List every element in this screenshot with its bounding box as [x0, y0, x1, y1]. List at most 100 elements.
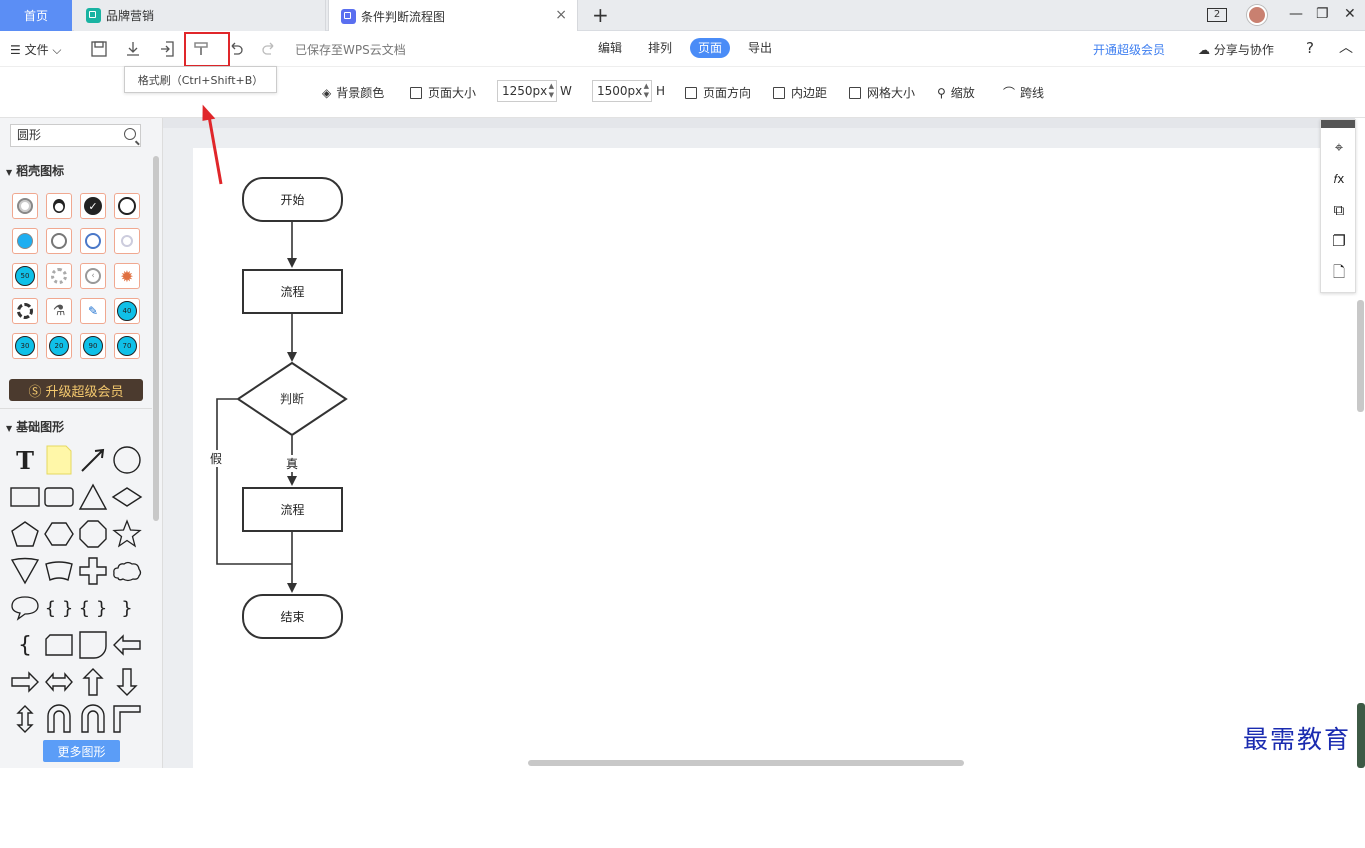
process-node-2[interactable]: 流程	[242, 487, 343, 532]
u-turn-shape-icon[interactable]	[42, 702, 76, 736]
diagram-page[interactable]: 开始 流程 判断 真 假 流程 结束	[193, 148, 1365, 848]
insert-icon[interactable]: ⧉	[1330, 201, 1348, 219]
blue-dot-icon[interactable]	[12, 228, 38, 254]
section-basic-shapes[interactable]: ▼ 基础图形	[6, 418, 64, 435]
tab-page[interactable]: 页面	[690, 38, 731, 58]
end-node[interactable]: 结束	[242, 594, 343, 639]
pen-icon[interactable]: ✎	[80, 298, 106, 324]
false-branch-label[interactable]: 假	[210, 450, 223, 467]
dotted-ring-icon[interactable]	[46, 263, 72, 289]
width-stepper[interactable]: ▲ ▼	[549, 82, 554, 100]
window-count-badge[interactable]: 2	[1207, 8, 1227, 22]
download-icon[interactable]	[124, 40, 142, 58]
cross-shape-icon[interactable]	[76, 554, 110, 588]
left-panel-scrollbar[interactable]	[153, 156, 159, 521]
circle-outline-icon[interactable]	[114, 193, 140, 219]
true-branch-label[interactable]: 真	[286, 455, 299, 472]
badge-90-icon[interactable]: 90	[80, 333, 106, 359]
avatar[interactable]	[1247, 5, 1267, 25]
background-color-button[interactable]: ◈ 背景颜色	[322, 84, 384, 101]
tab-export[interactable]: 导出	[740, 38, 780, 58]
share-button[interactable]: ☁ 分享与协作	[1198, 41, 1274, 58]
badge-20-icon[interactable]: 20	[46, 333, 72, 359]
badge-50-icon[interactable]: 50	[12, 263, 38, 289]
gear-ring-icon[interactable]	[12, 298, 38, 324]
diamond-shape-icon[interactable]	[110, 480, 144, 514]
redo-icon[interactable]	[260, 40, 278, 58]
rectangle-shape-icon[interactable]	[8, 480, 42, 514]
file-menu[interactable]: ☰ 文件 ⌵	[10, 41, 61, 58]
tab-edit[interactable]: 编辑	[590, 38, 630, 58]
light-ring-icon[interactable]	[114, 228, 140, 254]
upgrade-vip-button[interactable]: Ⓢ 升级超级会员	[9, 379, 143, 401]
save-icon[interactable]	[90, 40, 108, 58]
badge-30-icon[interactable]: 30	[12, 333, 38, 359]
open-vip-link[interactable]: 开通超级会员	[1093, 41, 1165, 58]
badge-40-icon[interactable]: 40	[114, 298, 140, 324]
blue-ring-icon[interactable]	[80, 228, 106, 254]
tab-brand-marketing[interactable]: 品牌营销	[74, 0, 326, 31]
section-daoke-icons[interactable]: ▼ 稻壳图标	[6, 162, 64, 179]
star-shape-icon[interactable]	[110, 517, 144, 551]
funnel-shape-icon[interactable]	[8, 554, 42, 588]
formula-icon[interactable]: 𝑓x	[1330, 170, 1348, 188]
start-node[interactable]: 开始	[242, 177, 343, 222]
rounded-rect-shape-icon[interactable]	[42, 480, 76, 514]
left-arrow-shape-icon[interactable]	[110, 628, 144, 662]
page-size-button[interactable]: 页面大小	[410, 84, 476, 101]
panel-handle[interactable]	[1321, 120, 1355, 128]
grid-size-button[interactable]: 网格大小	[849, 84, 915, 101]
decision-label[interactable]: 判断	[272, 390, 312, 407]
down-arrow-shape-icon[interactable]	[110, 665, 144, 699]
badge-70-icon[interactable]: 70	[114, 333, 140, 359]
close-tab-icon[interactable]: ×	[555, 8, 567, 22]
shape-search-input[interactable]: 圆形	[10, 124, 141, 147]
tab-home[interactable]: 首页	[0, 0, 72, 31]
updown-arrow-shape-icon[interactable]	[8, 702, 42, 736]
canvas-area[interactable]: 开始 流程 判断 真 假 流程 结束	[163, 118, 1365, 848]
sun-icon[interactable]: ✹	[114, 263, 140, 289]
more-shapes-button[interactable]: 更多图形	[43, 740, 120, 762]
side-widget[interactable]	[1357, 703, 1365, 768]
speech-bubble-icon[interactable]	[8, 591, 42, 625]
height-stepper[interactable]: ▲ ▼	[644, 82, 649, 100]
minimize-button[interactable]: —	[1289, 5, 1303, 23]
page-width-input[interactable]: 1250px ▲ ▼	[497, 80, 557, 102]
help-button[interactable]: ?	[1306, 39, 1314, 57]
vertical-scrollbar[interactable]	[1357, 300, 1364, 412]
double-arrow-shape-icon[interactable]	[42, 665, 76, 699]
search-icon[interactable]	[124, 128, 136, 140]
check-circle-icon[interactable]: ✓	[80, 193, 106, 219]
ring-icon[interactable]	[12, 193, 38, 219]
horizontal-scrollbar[interactable]	[528, 760, 964, 766]
tab-condition-flowchart[interactable]: 条件判断流程图 ×	[328, 0, 578, 32]
flask-icon[interactable]: ⚗	[46, 298, 72, 324]
new-tab-button[interactable]: +	[592, 4, 609, 26]
gray-ring-icon[interactable]	[46, 228, 72, 254]
navigator-icon[interactable]: ⌖	[1330, 138, 1348, 156]
export-icon[interactable]	[158, 40, 176, 58]
close-window-button[interactable]: ✕	[1344, 5, 1356, 23]
padding-button[interactable]: 内边距	[773, 84, 827, 101]
hexagon-shape-icon[interactable]	[42, 517, 76, 551]
up-arrow-shape-icon[interactable]	[76, 665, 110, 699]
page-orientation-button[interactable]: 页面方向	[685, 84, 751, 101]
circle-shape-icon[interactable]	[110, 443, 144, 477]
octagon-shape-icon[interactable]	[76, 517, 110, 551]
brace-pair-icon[interactable]: { }	[42, 591, 76, 625]
right-brace-icon[interactable]: }	[110, 591, 144, 625]
copy-pages-icon[interactable]: ❐	[1330, 232, 1348, 250]
tab-arrange[interactable]: 排列	[640, 38, 680, 58]
note-shape-icon[interactable]	[42, 443, 76, 477]
process-node-1[interactable]: 流程	[242, 269, 343, 314]
delay-shape-icon[interactable]	[76, 628, 110, 662]
corner-shape-icon[interactable]	[110, 702, 144, 736]
restore-button[interactable]: ❐	[1316, 5, 1329, 23]
collapse-toolbar-button[interactable]: ︿	[1339, 37, 1353, 57]
bomb-icon[interactable]: ●	[46, 193, 72, 219]
pentagon-shape-icon[interactable]	[8, 517, 42, 551]
left-brace-icon[interactable]: {	[8, 628, 42, 662]
curved-banner-icon[interactable]	[42, 554, 76, 588]
jump-line-button[interactable]: ⌒ 跨线	[1003, 84, 1044, 101]
bracket-pair-icon[interactable]: { }	[76, 591, 110, 625]
